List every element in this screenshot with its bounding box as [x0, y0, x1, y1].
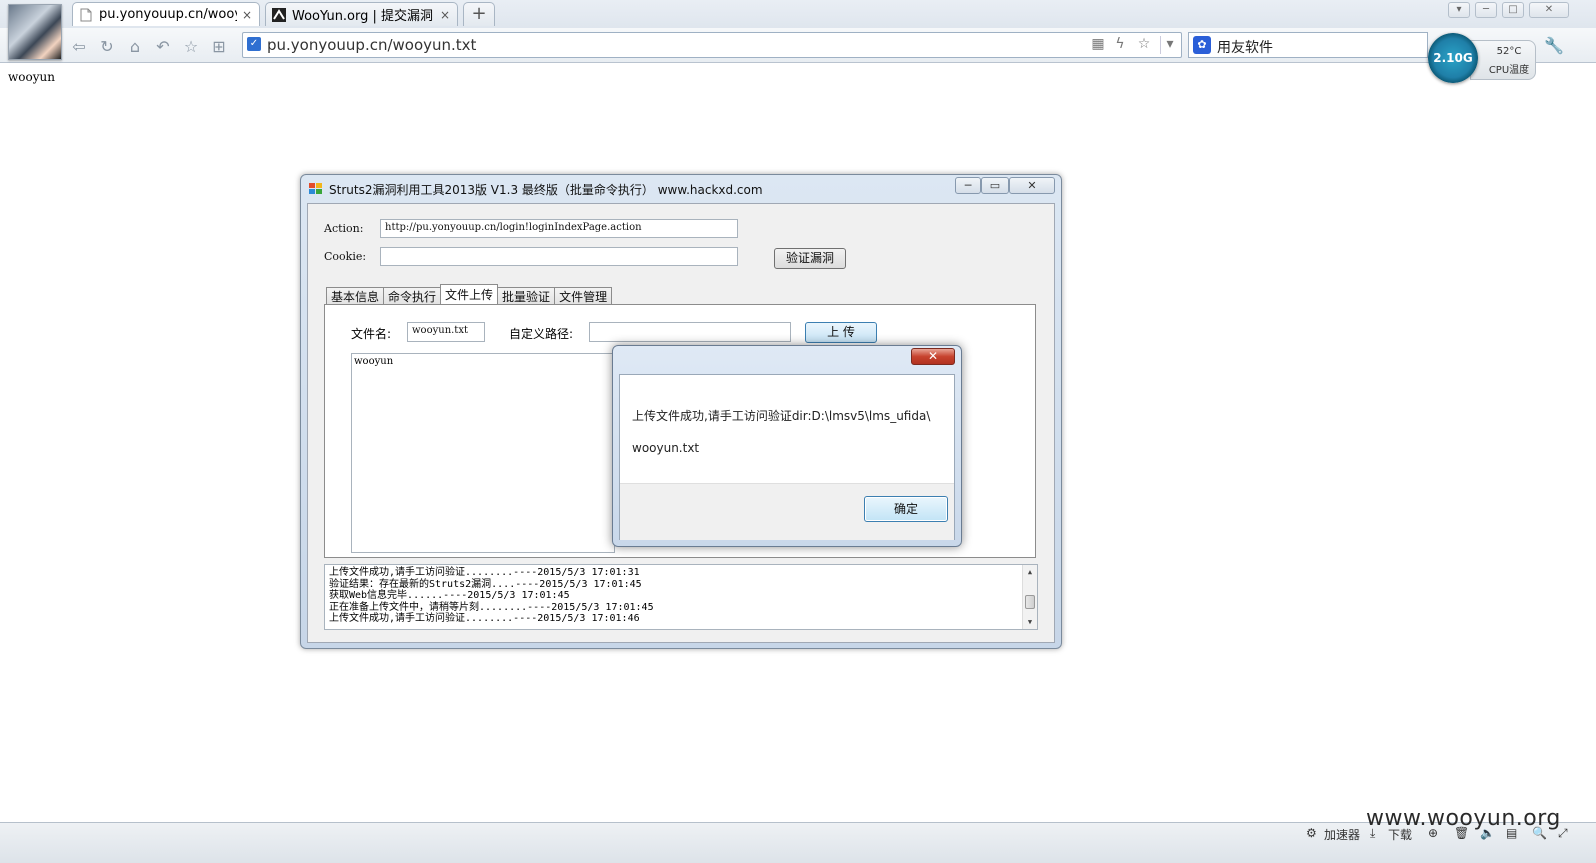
close-tab-icon[interactable]: × [439, 8, 451, 22]
favorites-icon[interactable]: ☆ [180, 35, 202, 57]
dialog-client: 上传文件成功,请手工访问验证dir:D:\lmsv5\lms_ufida\ wo… [619, 374, 955, 540]
dialog-message-line2: wooyun.txt [632, 441, 700, 455]
log-output[interactable]: 上传文件成功,请手工访问验证........----2015/5/3 17:01… [324, 564, 1038, 630]
log-line: 验证结果：存在最新的Struts2漏洞....----2015/5/3 17:0… [329, 578, 642, 590]
log-line: 上传文件成功,请手工访问验证........----2015/5/3 17:01… [329, 567, 640, 578]
log-line: 获取Web信息完毕......----2015/5/3 17:01:45 [329, 590, 570, 601]
dialog-message-line1: 上传文件成功,请手工访问验证dir:D:\lmsv5\lms_ufida\ [632, 409, 931, 423]
action-input[interactable]: http://pu.yonyouup.cn/login!loginIndexPa… [380, 219, 738, 238]
scroll-thumb[interactable] [1025, 595, 1035, 609]
home-icon[interactable]: ⌂ [124, 35, 146, 57]
sound-icon[interactable]: 🔈 [1480, 826, 1495, 840]
wooyun-logo-icon [272, 7, 286, 22]
download-icon[interactable]: ⤓ [1370, 826, 1375, 841]
search-box[interactable]: ✿ 用友软件 [1188, 32, 1428, 58]
dialog-close-button[interactable]: ✕ [911, 348, 955, 365]
dialog-button-area: 确定 [620, 483, 954, 540]
trash-icon[interactable]: 🗑 [1454, 826, 1469, 840]
cookie-input[interactable] [380, 247, 738, 266]
expand-icon[interactable]: ⤢ [1558, 826, 1568, 841]
qr-code-icon[interactable]: ▦ [1089, 36, 1107, 54]
scroll-down-icon[interactable]: ▼ [1023, 617, 1037, 629]
function-tabs: 基本信息 命令执行 文件上传 批量验证 文件管理 [326, 284, 613, 306]
cookie-label: Cookie: [324, 250, 367, 263]
app-icon [309, 183, 322, 194]
log-scrollbar[interactable]: ▲ ▼ [1022, 565, 1037, 629]
page-body-text: wooyun [8, 70, 55, 84]
file-content-textarea[interactable]: wooyun [351, 353, 615, 553]
log-line: 正在准备上传文件中，请稍等片刻........----2015/5/3 17:0… [329, 601, 654, 613]
bookmark-star-icon[interactable]: ☆ [1135, 36, 1153, 54]
scroll-up-icon[interactable]: ▲ [1023, 567, 1037, 579]
download-label[interactable]: 下载 [1388, 826, 1412, 843]
settings-wrench-icon[interactable]: 🔧 [1544, 36, 1564, 55]
undo-close-icon[interactable]: ↶ [152, 35, 174, 57]
chevron-down-icon[interactable]: ▾ [1160, 36, 1179, 54]
cpu-temp-panel: 52°C CPU温度 [1470, 40, 1536, 80]
tab-title: WooYun.org | 提交漏洞 [292, 9, 434, 24]
ok-button[interactable]: 确定 [864, 496, 948, 522]
accelerator-label[interactable]: 加速器 [1324, 826, 1360, 843]
tab-title: pu.yonyouup.cn/wooyun.t [99, 7, 237, 22]
tab-file-upload[interactable]: 文件上传 [440, 284, 499, 306]
browser-tab-1[interactable]: pu.yonyouup.cn/wooyun.t × [72, 2, 260, 26]
filename-label: 文件名: [351, 327, 392, 341]
verify-vuln-button[interactable]: 验证漏洞 [774, 248, 846, 269]
layout-icon[interactable]: ▤ [1506, 826, 1517, 840]
minimize-icon[interactable]: ─ [1475, 2, 1497, 18]
custom-path-label: 自定义路径: [509, 327, 574, 341]
page-icon [79, 8, 93, 22]
window-title: Struts2漏洞利用工具2013版 V1.3 最终版（批量命令执行） www.… [329, 183, 763, 197]
search-engine-label: 用友软件 [1217, 40, 1273, 56]
close-tab-icon[interactable]: × [241, 8, 253, 22]
security-shield-icon: ✓ [247, 37, 261, 51]
address-url[interactable]: pu.yonyouup.cn/wooyun.txt [267, 36, 476, 54]
log-line: 上传文件成功,请手工访问验证........----2015/5/3 17:01… [329, 613, 640, 624]
apps-grid-icon[interactable]: ⊞ [208, 35, 230, 57]
address-bar[interactable]: ✓ pu.yonyouup.cn/wooyun.txt ▦ ϟ ☆ ▾ [242, 32, 1182, 58]
close-window-icon[interactable]: ✕ [1009, 177, 1055, 194]
upload-success-dialog: ✕ 上传文件成功,请手工访问验证dir:D:\lmsv5\lms_ufida\ … [612, 345, 962, 547]
browser-tab-2[interactable]: WooYun.org | 提交漏洞 × [265, 2, 458, 26]
cpu-usage-gauge[interactable]: 2.10G [1428, 33, 1478, 83]
zoom-icon[interactable]: 🔍 [1532, 826, 1547, 840]
add-icon[interactable]: ⊕ [1428, 826, 1438, 840]
maximize-icon[interactable]: □ [1502, 2, 1524, 18]
new-tab-button[interactable]: + [463, 2, 495, 26]
cpu-temp-label: CPU温度 [1488, 65, 1530, 76]
user-avatar[interactable] [8, 4, 62, 60]
filename-input[interactable]: wooyun.txt [407, 322, 485, 342]
action-label: Action: [324, 222, 364, 235]
accelerator-icon[interactable]: ⚙ [1306, 826, 1317, 840]
back-icon[interactable]: ⇦ [68, 35, 90, 57]
refresh-icon[interactable]: ↻ [96, 35, 118, 57]
maximize-icon[interactable]: ▭ [981, 177, 1009, 194]
baidu-paw-icon: ✿ [1193, 36, 1211, 54]
minimize-icon[interactable]: ─ [955, 177, 981, 194]
custom-path-input[interactable] [589, 322, 791, 342]
upload-button[interactable]: 上 传 [805, 322, 877, 343]
cpu-temp-value: 52°C [1496, 46, 1522, 57]
close-window-icon[interactable]: ✕ [1529, 2, 1569, 18]
skin-icon[interactable]: ▾ [1448, 2, 1470, 18]
lightning-icon[interactable]: ϟ [1111, 36, 1129, 54]
